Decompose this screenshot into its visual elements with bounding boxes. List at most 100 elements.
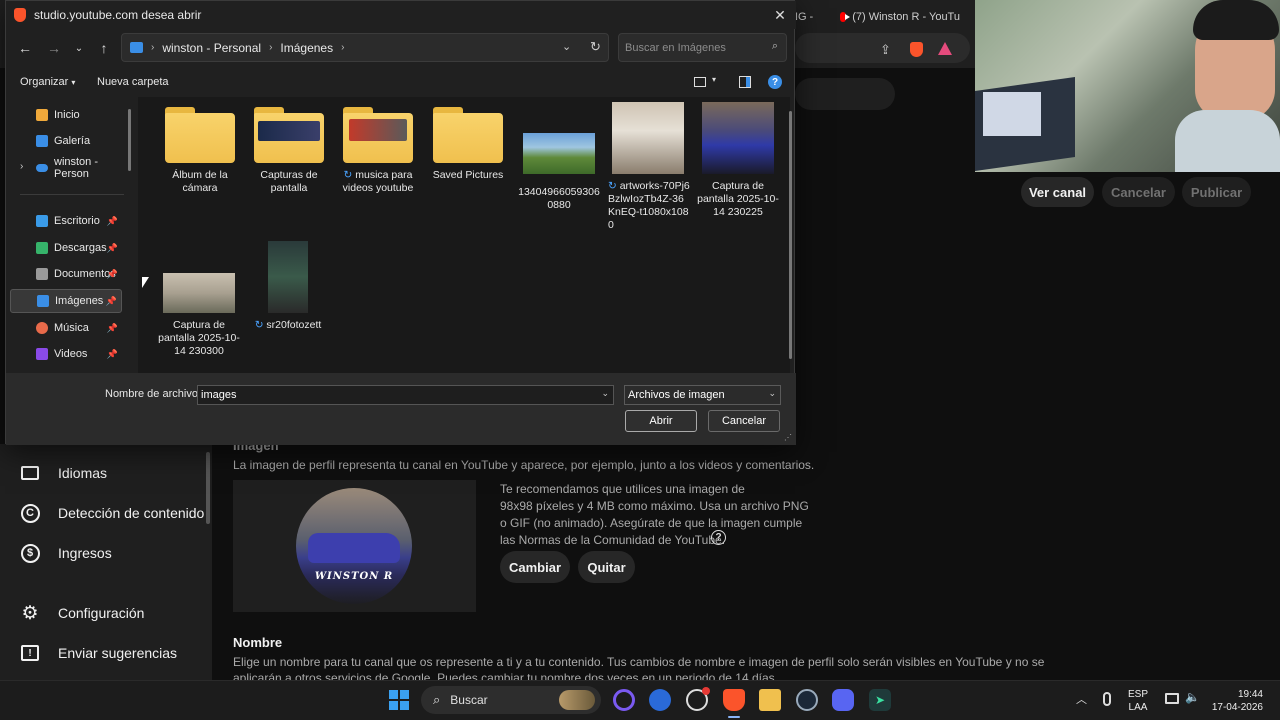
copyright-icon: C xyxy=(20,503,40,523)
sync-icon: ↻ xyxy=(343,169,356,181)
sync-icon: ↻ xyxy=(608,180,620,192)
file-item[interactable]: Álbum de la cámara xyxy=(158,107,242,195)
nav-item-onedrive[interactable]: › winston - Person xyxy=(10,156,122,180)
desktop-icon xyxy=(36,215,48,227)
close-icon[interactable]: ✕ xyxy=(771,6,789,24)
file-type-select[interactable]: Archivos de imagen ⌄ xyxy=(624,385,781,405)
cortana-icon[interactable] xyxy=(613,689,635,711)
nav-item-gallery[interactable]: Galería xyxy=(10,129,122,153)
input-language[interactable]: ESP LAA xyxy=(1128,688,1148,714)
youtube-icon xyxy=(840,12,851,22)
file-item[interactable]: 134049660593060880 xyxy=(516,107,602,212)
brave-icon[interactable] xyxy=(723,689,745,711)
languages-icon xyxy=(20,463,40,483)
publish-button[interactable]: Publicar xyxy=(1182,177,1251,207)
active-app-indicator xyxy=(728,716,740,718)
image-thumbnail xyxy=(163,273,235,313)
search-input[interactable]: Buscar en Imágenes ⌕ xyxy=(618,33,787,62)
nav-scrollbar[interactable] xyxy=(128,109,131,171)
file-item[interactable]: Saved Pictures xyxy=(426,107,510,182)
steam-icon[interactable] xyxy=(796,689,818,711)
breadcrumb-personal[interactable]: winston - Personal xyxy=(162,41,261,55)
cancel-changes-button[interactable]: Cancelar xyxy=(1102,177,1175,207)
forward-icon[interactable]: → xyxy=(43,39,65,57)
nav-item-music[interactable]: Música 📌 xyxy=(10,316,122,340)
pictures-icon xyxy=(130,42,143,53)
file-item[interactable]: Capturas de pantalla xyxy=(247,107,331,195)
help-icon[interactable]: ? xyxy=(768,75,782,89)
expand-chevron-icon[interactable]: › xyxy=(20,161,23,172)
nav-item-home[interactable]: Inicio xyxy=(10,103,122,127)
file-item[interactable]: ↻ sr20fotozett xyxy=(246,241,330,332)
brave-shields-icon[interactable] xyxy=(910,42,923,57)
sidebar-item-content-detection[interactable]: C Detección de contenido xyxy=(20,501,204,525)
taskbar xyxy=(0,680,1280,720)
pin-icon: 📌 xyxy=(106,268,118,279)
file-item[interactable]: Captura de pantalla 2025-10-14 230300 xyxy=(156,273,242,358)
file-list-scrollbar[interactable] xyxy=(789,111,792,359)
webcam-hair xyxy=(1193,0,1279,40)
recent-locations-icon[interactable]: ⌄ xyxy=(68,39,90,57)
file-explorer-icon[interactable] xyxy=(759,689,781,711)
clock[interactable]: 19:44 17-04-2026 xyxy=(1205,688,1263,714)
browser-tab-partial[interactable]: NG - xyxy=(790,6,830,28)
sidebar-item-feedback[interactable]: ! Enviar sugerencias xyxy=(20,641,177,665)
view-channel-button[interactable]: Ver canal xyxy=(1021,177,1094,207)
up-icon[interactable]: ↑ xyxy=(93,39,115,57)
help-icon[interactable]: ? xyxy=(711,530,726,545)
share-icon[interactable]: ⇪ xyxy=(880,42,891,58)
taskbar-search[interactable]: ⌕ Buscar xyxy=(421,686,601,714)
file-name-input[interactable]: images ⌄ xyxy=(197,385,614,405)
chrome-icon[interactable] xyxy=(686,687,710,711)
organize-menu[interactable]: Organizar ▾ xyxy=(20,76,75,88)
cancel-button[interactable]: Cancelar xyxy=(708,410,780,432)
image-recommendation: Te recomendamos que utilices una imagen … xyxy=(500,482,809,547)
dollar-icon: $ xyxy=(20,543,40,563)
browser-tab-youtube[interactable]: (7) Winston R - YouTu xyxy=(840,6,960,28)
view-icon[interactable] xyxy=(694,77,706,87)
address-bar[interactable]: › winston - Personal › Imágenes › ⌄ ↻ xyxy=(121,33,609,62)
document-icon xyxy=(36,268,48,280)
sidebar-item-earnings[interactable]: $ Ingresos xyxy=(20,541,112,565)
preview-pane-icon[interactable] xyxy=(739,76,751,88)
copilot-icon[interactable] xyxy=(649,689,671,711)
nav-item-pictures[interactable]: Imágenes 📌 xyxy=(10,289,122,313)
file-item[interactable]: ↻ artworks-70Pj6BzlwIozTb4Z-36KnEQ-t1080… xyxy=(606,102,690,232)
resize-grip-icon[interactable]: ⋰ xyxy=(784,433,792,442)
change-image-button[interactable]: Cambiar xyxy=(500,551,570,583)
windows-start-icon[interactable] xyxy=(389,690,409,710)
new-folder-button[interactable]: Nueva carpeta xyxy=(97,76,169,88)
pin-icon: 📌 xyxy=(106,215,118,226)
file-item[interactable]: ↻ musica para videos youtube xyxy=(336,107,420,195)
file-name-label: Nombre de archivo: xyxy=(105,388,201,400)
nav-item-videos[interactable]: Videos 📌 xyxy=(10,342,122,366)
chevron-down-icon[interactable]: ⌄ xyxy=(562,40,571,53)
sidebar-item-settings[interactable]: ⚙ Configuración xyxy=(20,601,144,625)
studio-search-partial[interactable] xyxy=(795,78,895,110)
chevron-down-icon[interactable]: ⌄ xyxy=(601,388,609,399)
dialog-title: studio.youtube.com desea abrir xyxy=(34,8,202,22)
webcam-overlay xyxy=(975,0,1280,172)
file-open-dialog: studio.youtube.com desea abrir ✕ ← → ⌄ ↑… xyxy=(5,0,796,445)
nav-item-downloads[interactable]: Descargas 📌 xyxy=(10,236,122,260)
sidebar-item-languages[interactable]: Idiomas xyxy=(20,461,107,485)
nav-item-desktop[interactable]: Escritorio 📌 xyxy=(10,209,122,233)
studio-right-area xyxy=(975,172,1280,688)
network-icon[interactable] xyxy=(1165,693,1179,704)
nav-item-documents[interactable]: Documentos 📌 xyxy=(10,262,122,286)
file-item[interactable]: Captura de pantalla 2025-10-14 230225 xyxy=(696,102,780,219)
sidebar-scrollbar[interactable] xyxy=(206,452,210,524)
volume-icon[interactable]: 🔈 xyxy=(1185,690,1200,704)
tray-overflow-icon[interactable]: ︿ xyxy=(1076,691,1087,707)
name-section-description-1: Elige un nombre para tu canal que os rep… xyxy=(233,655,1045,669)
brave-rewards-icon[interactable] xyxy=(938,42,952,55)
discord-icon[interactable] xyxy=(832,689,854,711)
app-icon[interactable]: ➤ xyxy=(869,689,891,711)
back-icon[interactable]: ← xyxy=(14,39,36,57)
refresh-icon[interactable]: ↻ xyxy=(590,39,601,55)
breadcrumb-images[interactable]: Imágenes xyxy=(280,41,333,55)
view-options-caret-icon[interactable]: ▾ xyxy=(712,75,716,84)
remove-image-button[interactable]: Quitar xyxy=(578,551,635,583)
open-button[interactable]: Abrir xyxy=(625,410,697,432)
microphone-icon[interactable] xyxy=(1103,692,1111,706)
